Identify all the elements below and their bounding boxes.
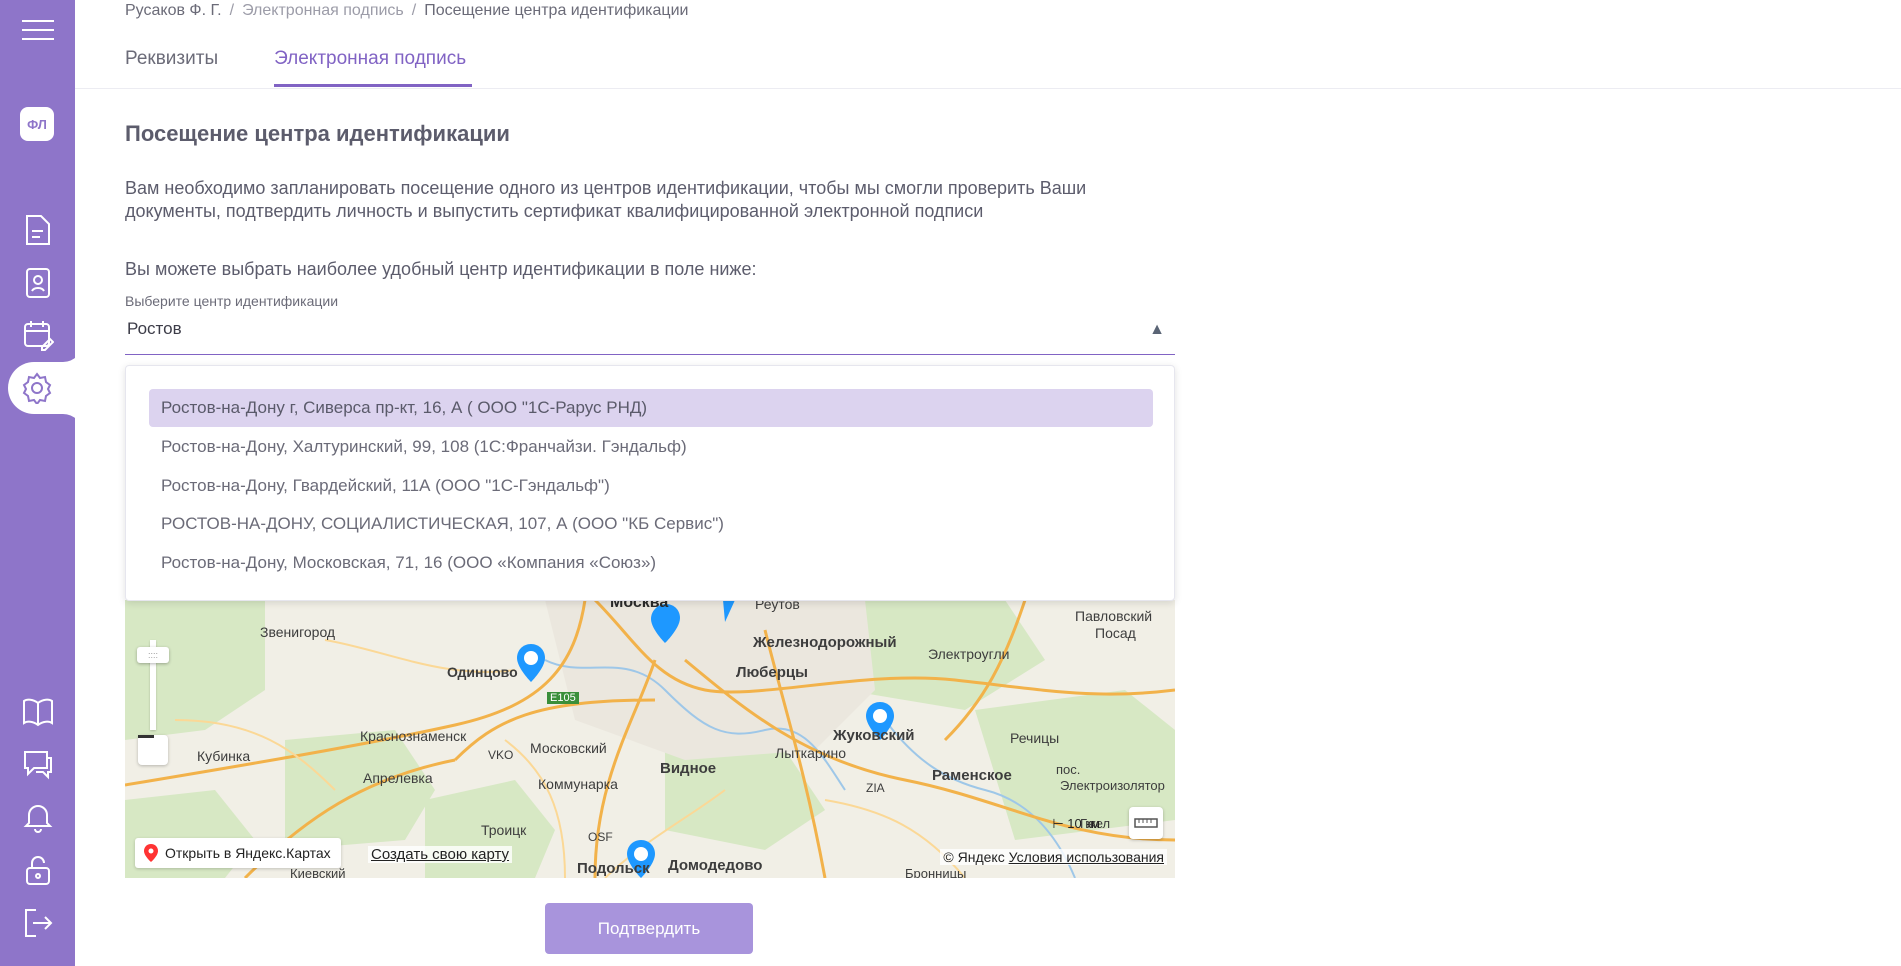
map-label: Апрелевка [363,770,433,786]
chevron-up-icon[interactable]: ▲ [1149,321,1165,339]
calendar-edit-icon[interactable] [18,315,58,355]
logout-icon[interactable] [18,903,58,943]
copyright-text: © Яндекс [943,849,1005,865]
map-label: ZIA [866,781,885,795]
identification-center-dropdown: Ростов-на-Дону г, Сиверса пр-кт, 16, А (… [125,365,1175,601]
certificate-icon[interactable] [18,263,58,303]
dropdown-option[interactable]: Ростов-на-Дону г, Сиверса пр-кт, 16, А (… [149,389,1153,427]
map-label: Жуковский [833,727,915,744]
map-label: Электроизолятор [1060,778,1165,793]
map-label: пос. [1056,762,1081,777]
identification-center-select[interactable]: Ростов ▲ [125,313,1175,355]
map-label: Кубинка [197,748,251,764]
zoom-slider-handle[interactable]: :::: [137,647,169,663]
breadcrumb-signature[interactable]: Электронная подпись [242,2,404,20]
gear-icon[interactable] [17,368,57,408]
map-label: Домодедово [668,857,763,874]
page-description: Вам необходимо запланировать посещение о… [125,178,1087,221]
menu-icon[interactable] [18,10,58,50]
dropdown-option[interactable]: Ростов-на-Дону, Халтуринский, 99, 108 (1… [149,428,1153,466]
map-label: E105 [547,692,579,704]
map-label: Павловский [1075,608,1153,624]
lock-icon[interactable] [18,850,58,890]
map-label: Коммунарка [538,776,618,792]
tabs: Реквизиты Электронная подпись [125,48,473,87]
map-label: Подольск [577,860,650,877]
open-in-yandex-maps-label: Открыть в Яндекс.Картах [165,845,331,861]
page-title: Посещение центра идентификации [125,121,510,146]
minus-icon [138,735,154,738]
breadcrumb: Русаков Ф. Г. / Электронная подпись / По… [125,2,688,20]
chat-icon[interactable] [18,744,58,784]
tabs-divider [75,88,1901,89]
breadcrumb-separator: / [229,2,235,19]
map-label: Московский [530,740,607,756]
map-label: Краснознаменск [360,728,467,744]
map-label: Посад [1095,625,1136,641]
user-type-badge[interactable]: ФЛ [20,107,54,141]
book-icon[interactable] [18,692,58,732]
sidebar: ФЛ [0,0,83,966]
map-label-moscow: Москва [610,600,669,611]
open-in-yandex-maps-button[interactable]: Открыть в Яндекс.Картах [135,838,341,868]
dropdown-option[interactable]: РОСТОВ-НА-ДОНУ, СОЦИАЛИСТИЧЕСКАЯ, 107, А… [149,505,1153,543]
map-label: Бронницы [905,866,967,878]
ruler-button[interactable] [1129,807,1163,839]
tab-requisites[interactable]: Реквизиты [125,48,218,84]
field-label: Выберите центр идентификации [125,293,339,309]
confirm-button[interactable]: Подтвердить [545,903,753,954]
map-label: Реутов [755,600,800,612]
breadcrumb-user[interactable]: Русаков Ф. Г. [125,2,222,20]
map-pin-icon [144,844,158,862]
map-scale-label: 10 км [1067,816,1100,831]
map-label: Одинцово [447,664,518,680]
map-label: Видное [660,760,717,777]
yandex-map[interactable]: Москва Реутов Звенигород Одинцово Железн… [125,600,1175,878]
identification-center-input[interactable]: Ростов [127,319,182,339]
map-copyright: © Яндекс Условия использования [940,849,1167,865]
document-icon[interactable] [18,210,58,250]
map-scale: ⊢ 10 км [1052,816,1100,831]
map-label: Троицк [481,822,527,838]
terms-of-use-link[interactable]: Условия использования [1009,849,1164,865]
breadcrumb-current: Посещение центра идентификации [424,2,689,19]
create-map-link[interactable]: Создать свою карту [368,846,513,863]
ruler-icon [1134,818,1158,828]
dropdown-option[interactable]: Ростов-на-Дону, Московская, 71, 16 (ООО … [149,544,1153,582]
map-label: Речицы [1010,730,1060,746]
tab-electronic-signature[interactable]: Электронная подпись [274,48,473,87]
map-label: VKO [488,748,514,762]
bell-icon[interactable] [18,797,58,837]
map-label: Люберцы [736,664,808,681]
map-label: Лыткарино [775,745,847,761]
map-label: OSF [588,830,613,844]
map-label: Электроугли [928,646,1010,662]
map-label: Раменское [932,767,1012,784]
map-label: Звенигород [260,624,336,640]
select-hint: Вы можете выбрать наиболее удобный центр… [125,259,757,279]
map-label: Железнодорожный [753,634,897,651]
zoom-out-button[interactable] [138,735,168,765]
breadcrumb-separator: / [411,2,417,19]
dropdown-option[interactable]: Ростов-на-Дону, Гвардейский, 11А (ООО "1… [149,467,1153,505]
